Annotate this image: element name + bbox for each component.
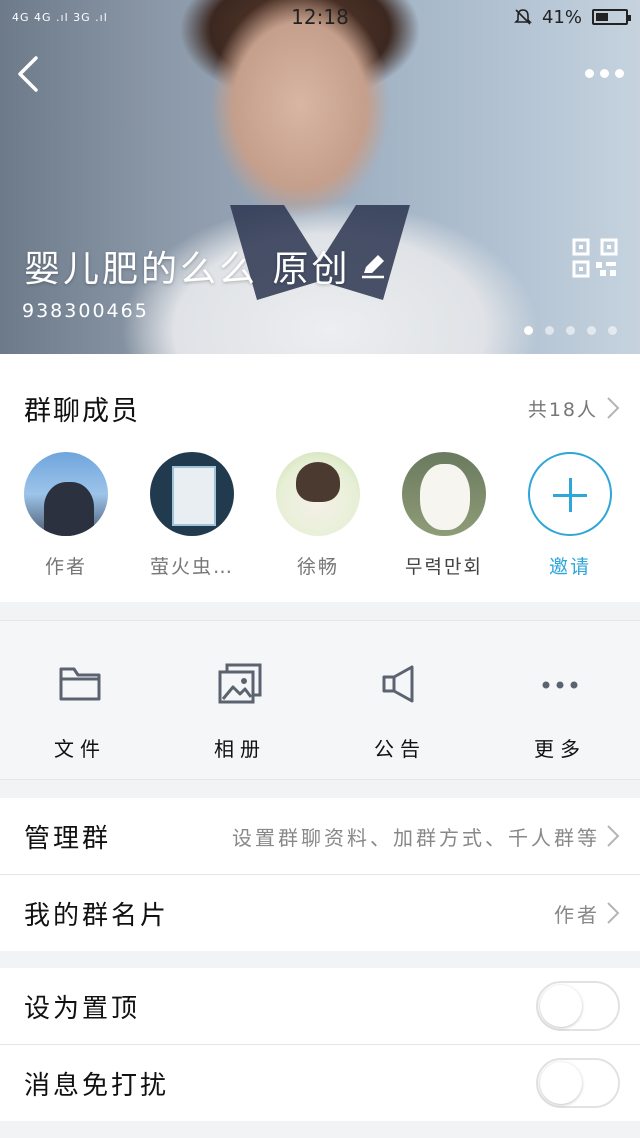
do-not-disturb-toggle[interactable]: [536, 1058, 620, 1108]
member-item[interactable]: 萤火虫…: [129, 452, 255, 579]
function-label: 文件: [54, 737, 106, 761]
album-icon: [218, 663, 262, 704]
pin-top-label: 设为置顶: [24, 993, 141, 1024]
manage-group-desc: 设置群聊资料、加群方式、千人群等: [232, 825, 600, 850]
more-dot: [599, 68, 609, 78]
more-dot: [584, 68, 594, 78]
function-label: 更多: [534, 737, 586, 761]
pin-top-toggle[interactable]: [536, 981, 620, 1031]
carousel-dot: [566, 326, 575, 335]
function-files[interactable]: 文件: [0, 621, 160, 779]
my-group-card-label: 我的群名片: [24, 900, 170, 931]
my-group-card-nickname: 作者: [554, 902, 600, 927]
member-avatar[interactable]: [402, 452, 486, 536]
chevron-right-icon: [607, 902, 620, 924]
manage-group-row[interactable]: 管理群 设置群聊资料、加群方式、千人群等: [0, 798, 640, 874]
function-more[interactable]: 更多: [480, 621, 640, 779]
member-name: 萤火虫…: [149, 556, 234, 578]
my-group-card-row[interactable]: 我的群名片 作者: [0, 875, 640, 951]
carousel-dot: [524, 326, 533, 335]
status-icons: 41%: [514, 6, 631, 28]
chevron-right-icon: [607, 825, 620, 847]
members-count[interactable]: 共18人: [528, 395, 620, 422]
back-button[interactable]: [12, 54, 48, 94]
manage-group-value: 设置群聊资料、加群方式、千人群等: [232, 822, 620, 851]
group-id: 938300465: [22, 300, 149, 322]
my-group-card-value: 作者: [554, 899, 620, 928]
cover-carousel-indicator: [524, 326, 617, 335]
group-name-text: 婴儿肥的么么 原创: [24, 249, 351, 290]
members-title: 群聊成员: [24, 395, 140, 427]
mute-bell-icon: [514, 9, 532, 25]
function-album[interactable]: 相册: [160, 621, 320, 779]
do-not-disturb-row: 消息免打扰: [0, 1045, 640, 1121]
manage-group-label: 管理群: [24, 823, 112, 854]
status-bar: 4G 4G .ıl 3G .ıl 12:18 41%: [0, 0, 640, 34]
member-avatar-row: 作者 萤火虫… 徐畅 무력만회 邀请: [0, 452, 640, 579]
do-not-disturb-label: 消息免打扰: [24, 1070, 170, 1101]
folder-icon: [59, 667, 101, 701]
add-plus-icon[interactable]: [528, 452, 612, 536]
group-functions-grid: 文件 相册 公告 更多: [0, 620, 640, 780]
carousel-dot: [608, 326, 617, 335]
more-dot: [614, 68, 624, 78]
member-name: 徐畅: [296, 556, 339, 578]
members-count-text: 共18人: [527, 398, 598, 421]
megaphone-icon: [382, 665, 414, 703]
members-header[interactable]: 群聊成员 共18人: [24, 386, 620, 430]
member-item[interactable]: 무력만회: [381, 452, 507, 579]
invite-member-button[interactable]: 邀请: [507, 452, 633, 579]
member-avatar[interactable]: [150, 452, 234, 536]
more-dots-icon: [542, 681, 578, 689]
invite-label: 邀请: [548, 556, 591, 578]
back-arrow-icon: [18, 56, 38, 92]
carousel-dot: [587, 326, 596, 335]
function-label: 相册: [214, 737, 266, 761]
member-item[interactable]: 作者: [3, 452, 129, 579]
group-cover: 4G 4G .ıl 3G .ıl 12:18 41% 婴儿肥的么么 原创 938…: [0, 0, 640, 354]
member-avatar[interactable]: [276, 452, 360, 536]
battery-level: 41%: [541, 6, 582, 28]
function-label: 公告: [374, 737, 426, 761]
chevron-right-icon: [607, 397, 620, 419]
battery-icon: [592, 9, 631, 25]
member-name: 作者: [44, 556, 87, 578]
pin-top-row: 设为置顶: [0, 968, 640, 1044]
member-item[interactable]: 徐畅: [255, 452, 381, 579]
qr-code-button[interactable]: [572, 238, 620, 278]
edit-pencil-icon[interactable]: [360, 253, 386, 279]
member-name: 무력만회: [405, 556, 483, 578]
function-notice[interactable]: 公告: [320, 621, 480, 779]
group-members-section: 群聊成员 共18人 作者 萤火虫… 徐畅 무력만회 邀请: [0, 354, 640, 602]
more-options-button[interactable]: [582, 62, 626, 84]
carousel-dot: [545, 326, 554, 335]
member-avatar[interactable]: [24, 452, 108, 536]
group-name[interactable]: 婴儿肥的么么 原创: [24, 240, 386, 292]
qr-code-icon: [572, 238, 618, 278]
